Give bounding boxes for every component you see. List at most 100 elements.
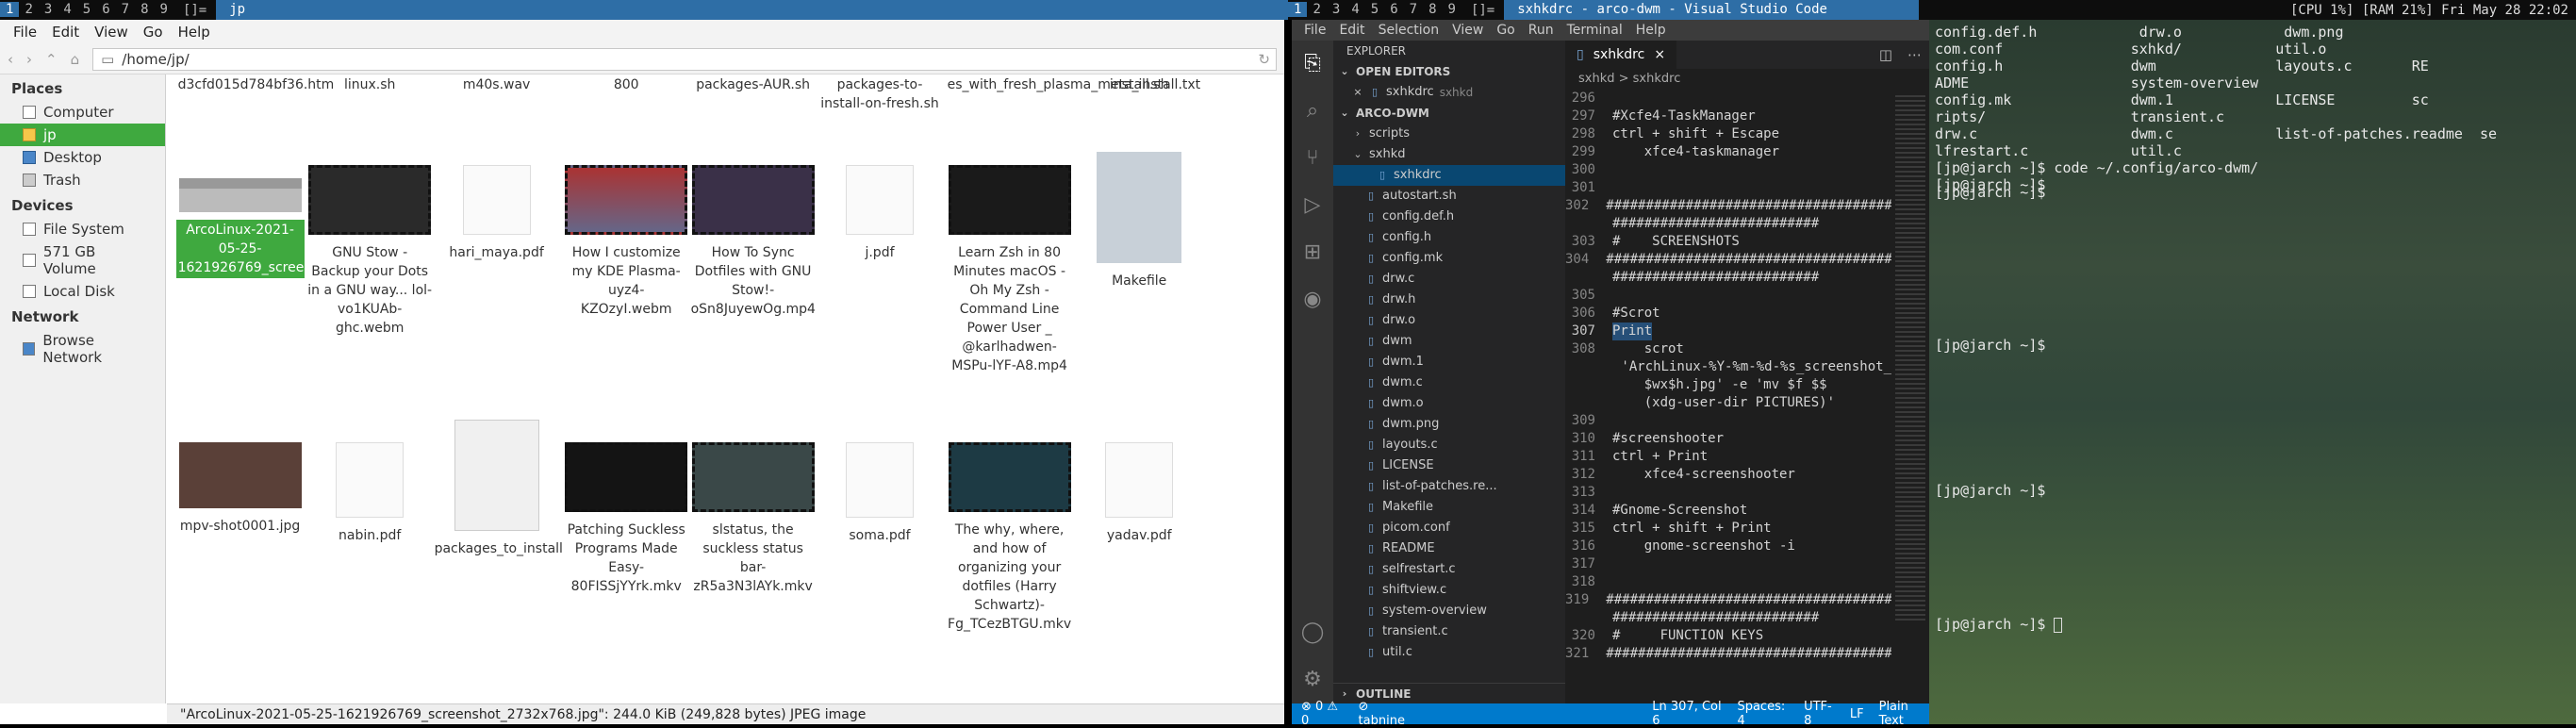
file-item[interactable]: ArcoLinux-2021-05-25-1621926769_screensh…: [175, 178, 438, 278]
tree-item[interactable]: ▯ layouts.c: [1333, 435, 1565, 455]
tag-3[interactable]: 3: [1327, 2, 1346, 17]
tree-item[interactable]: ▯ drw.h: [1333, 290, 1565, 310]
search-icon[interactable]: ⌕: [1292, 88, 1333, 135]
file-item[interactable]: Patching Suckless Programs Made Easy-80F…: [562, 442, 690, 597]
source-control-icon[interactable]: ⑂: [1292, 135, 1333, 182]
file-item[interactable]: 800: [562, 74, 690, 95]
file-item[interactable]: linux.sh: [305, 74, 434, 95]
run-icon[interactable]: ▷: [1292, 182, 1333, 229]
open-editor-item[interactable]: × ▯ sxhkdrc sxhkd: [1333, 82, 1565, 103]
file-item[interactable]: GNU Stow - Backup your Dots in a GNU way…: [305, 165, 434, 339]
tag-7[interactable]: 7: [1404, 2, 1423, 17]
file-item[interactable]: yadav.pdf: [1075, 442, 1203, 546]
file-item[interactable]: es_with_fresh_plasma_meta_install.txt: [946, 74, 1201, 95]
sidebar-item-local-disk[interactable]: Local Disk: [0, 280, 165, 303]
back-arrow-icon[interactable]: ‹: [8, 51, 13, 68]
sidebar-item-browse-network[interactable]: Browse Network: [0, 329, 165, 369]
account-icon[interactable]: ◯: [1292, 609, 1333, 656]
tag-6[interactable]: 6: [1384, 2, 1403, 17]
tree-item[interactable]: ▯ util.c: [1333, 642, 1565, 663]
file-item[interactable]: slstatus, the suckless status bar-zR5a3N…: [689, 442, 817, 597]
menu-view[interactable]: View: [87, 24, 136, 41]
terminal-prompt[interactable]: [jp@jarch ~]$: [1935, 184, 2054, 201]
sidebar-item-volume[interactable]: 571 GB Volume: [0, 240, 165, 280]
tree-item[interactable]: ▯ Makefile: [1333, 497, 1565, 518]
menu-view[interactable]: View: [1445, 23, 1490, 38]
tag-3[interactable]: 3: [39, 2, 58, 17]
tag-9[interactable]: 9: [1443, 2, 1461, 17]
menu-edit[interactable]: Edit: [1332, 23, 1371, 38]
tag-2[interactable]: 2: [1307, 2, 1326, 17]
split-editor-icon[interactable]: ◫: [1872, 41, 1900, 69]
file-item[interactable]: d3cfd015d784bf36.htm: [176, 74, 335, 95]
more-actions-icon[interactable]: ⋯: [1900, 41, 1929, 69]
code-editor[interactable]: 296 297 #Xcfe4-TaskManager 298 ctrl + shift …: [1565, 90, 1891, 703]
reload-icon[interactable]: ↻: [1258, 51, 1270, 68]
tag-4[interactable]: 4: [58, 2, 76, 17]
menu-help[interactable]: Help: [171, 24, 218, 41]
files-icon[interactable]: ⎘: [1292, 41, 1333, 88]
minimap[interactable]: [1891, 90, 1929, 703]
file-item[interactable]: packages-AUR.sh: [689, 74, 817, 95]
github-icon[interactable]: ◉: [1292, 276, 1333, 323]
tree-item[interactable]: ▯ shiftview.c: [1333, 580, 1565, 601]
tab-sxhkdrc[interactable]: ▯ sxhkdrc ×: [1565, 41, 1677, 69]
layout-symbol[interactable]: []=: [173, 3, 216, 18]
tag-9[interactable]: 9: [155, 2, 173, 17]
tree-item[interactable]: ▯ picom.conf: [1333, 518, 1565, 538]
tree-item[interactable]: ▯ dwm.1: [1333, 352, 1565, 372]
forward-arrow-icon[interactable]: ›: [26, 51, 32, 68]
tree-item[interactable]: ▯ list-of-patches.re...: [1333, 476, 1565, 497]
tree-item[interactable]: ▯ selfrestart.c: [1333, 559, 1565, 580]
file-item[interactable]: mpv-shot0001.jpg: [176, 442, 305, 537]
terminal-prompt-active[interactable]: [jp@jarch ~]$: [1935, 616, 2063, 633]
project-header[interactable]: ⌄ ARCO-DWM: [1333, 103, 1565, 124]
tag-5[interactable]: 5: [1365, 2, 1384, 17]
tree-item[interactable]: ▯ sxhkdrc: [1333, 165, 1565, 186]
tree-item[interactable]: ▯ transient.c: [1333, 621, 1565, 642]
tree-item[interactable]: ▯ dwm.c: [1333, 372, 1565, 393]
tag-2[interactable]: 2: [19, 2, 38, 17]
menu-selection[interactable]: Selection: [1372, 23, 1446, 38]
sidebar-item-desktop[interactable]: Desktop: [0, 146, 165, 169]
file-item[interactable]: Learn Zsh in 80 Minutes macOS - Oh My Zs…: [946, 165, 1074, 376]
file-item[interactable]: install.sh: [1075, 74, 1203, 95]
menu-file[interactable]: File: [1297, 23, 1332, 38]
tree-item[interactable]: ▯ config.h: [1333, 227, 1565, 248]
open-editors-header[interactable]: ⌄ OPEN EDITORS: [1333, 61, 1565, 82]
status-item[interactable]: LF: [1850, 707, 1864, 721]
tree-item[interactable]: ▯ autostart.sh: [1333, 186, 1565, 207]
tree-item[interactable]: › scripts: [1333, 124, 1565, 144]
tree-item[interactable]: ▯ config.mk: [1333, 248, 1565, 269]
sidebar-item-jp[interactable]: jp: [0, 124, 165, 146]
file-item[interactable]: j.pdf: [816, 165, 944, 263]
file-item[interactable]: Makefile: [1075, 152, 1203, 291]
layout-symbol[interactable]: []=: [1461, 3, 1504, 18]
file-item[interactable]: packages_to_install: [433, 420, 563, 559]
terminal-prompt[interactable]: [jp@jarch ~]$: [1935, 482, 2054, 499]
tag-7[interactable]: 7: [116, 2, 135, 17]
tag-4[interactable]: 4: [1346, 2, 1364, 17]
terminal-window[interactable]: config.def.h drw.o dwm.png com.conf sxhk…: [1929, 20, 2576, 724]
sidebar-item-trash[interactable]: Trash: [0, 169, 165, 191]
file-item[interactable]: packages-to-install-on-fresh.sh: [816, 74, 944, 114]
menu-terminal[interactable]: Terminal: [1560, 23, 1629, 38]
menu-file[interactable]: File: [6, 24, 44, 41]
tree-item[interactable]: ▯ dwm.o: [1333, 393, 1565, 414]
menu-run[interactable]: Run: [1522, 23, 1560, 38]
file-item[interactable]: soma.pdf: [816, 442, 944, 546]
extensions-icon[interactable]: ⊞: [1292, 229, 1333, 276]
file-item[interactable]: How I customize my KDE Plasma-uyz4-KZOzy…: [562, 165, 690, 320]
tree-item[interactable]: ▯ dwm: [1333, 331, 1565, 352]
up-arrow-icon[interactable]: ⌃: [45, 51, 58, 68]
file-item[interactable]: m40s.wav: [433, 74, 561, 95]
terminal-prompt[interactable]: [jp@jarch ~]$: [1935, 337, 2054, 354]
home-icon[interactable]: ⌂: [71, 51, 80, 68]
file-item[interactable]: nabin.pdf: [305, 442, 434, 546]
tree-item[interactable]: ▯ drw.o: [1333, 310, 1565, 331]
tree-item[interactable]: ▯ system-overview: [1333, 601, 1565, 621]
sidebar-item-computer[interactable]: Computer: [0, 101, 165, 124]
location-bar[interactable]: ▭ /home/jp/ ↻: [92, 47, 1277, 71]
menu-help[interactable]: Help: [1629, 23, 1673, 38]
tree-item[interactable]: ▯ README: [1333, 538, 1565, 559]
